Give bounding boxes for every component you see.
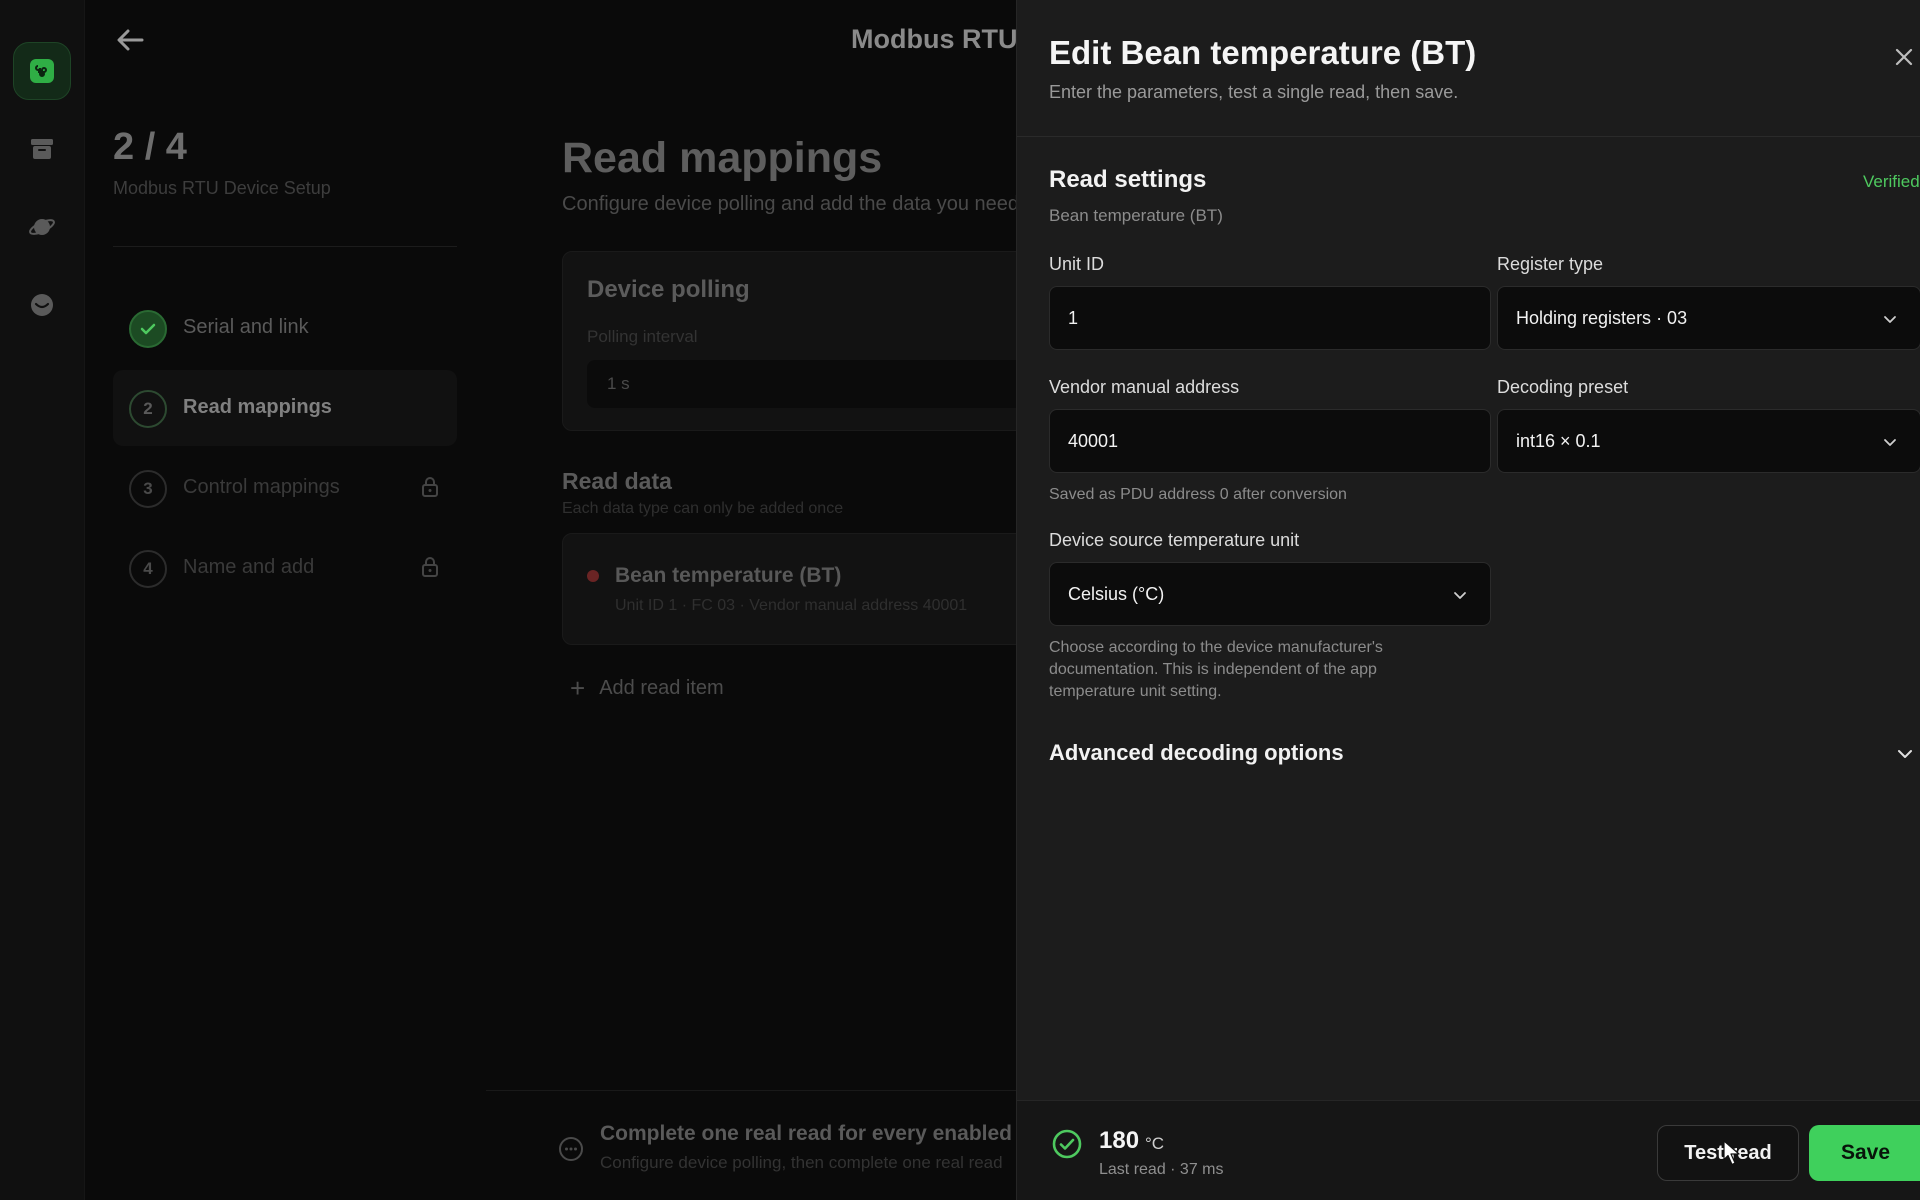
step-count: 2 / 4 [113,126,187,168]
footer-subtitle: Configure device polling, then complete … [600,1153,1003,1172]
drawer-footer: 180 °C Last read · 37 ms Test read Save [1017,1100,1920,1200]
unit-id-input[interactable]: 1 [1049,286,1491,350]
edit-drawer: Edit Bean temperature (BT) Enter the par… [1016,0,1920,1200]
unit-id-label: Unit ID [1049,254,1105,274]
step-subtitle: Modbus RTU Device Setup [113,178,331,198]
lock-icon [422,477,438,497]
step-label: Serial and link [183,316,309,338]
register-type-label: Register type [1497,254,1604,274]
step-control-mappings[interactable]: 3 Control mappings [113,450,457,526]
status-badge: Verified [1863,172,1920,191]
add-read-item-label: Add read item [599,676,724,699]
planet-icon[interactable] [13,198,71,256]
stepper: Serial and link 2 Read mappings 3 Contro… [113,290,457,610]
read-settings-title: Read settings [1049,166,1207,193]
smile-icon[interactable] [13,276,71,334]
chevron-down-icon [1884,316,1896,323]
step-number: 2 [129,390,167,428]
save-button[interactable]: Save [1809,1125,1920,1181]
drawer-title: Edit Bean temperature (BT) [1049,34,1477,71]
decoding-preset-value: int16 × 0.1 [1516,430,1601,451]
divider [486,1090,1102,1091]
back-arrow-icon[interactable] [112,24,148,56]
divider [113,246,457,247]
register-type-select[interactable]: Holding registers · 03 [1497,286,1920,350]
device-polling-card: Device polling Polling interval 1 s [562,251,1032,431]
chevron-down-icon[interactable] [1895,744,1915,764]
step-label: Name and add [183,556,315,578]
read-item-name: Bean temperature (BT) [615,564,842,587]
temp-unit-value: Celsius (°C) [1068,583,1165,604]
advanced-options-toggle[interactable]: Advanced decoding options [1049,740,1344,766]
close-icon[interactable] [1893,46,1915,68]
read-item-meta: Unit ID 1 · FC 03 · Vendor manual addres… [615,597,968,614]
step-name-and-add[interactable]: 4 Name and add [113,530,457,606]
step-number: 3 [129,470,167,508]
read-data-subtitle: Each data type can only be added once [562,500,844,517]
step-read-mappings[interactable]: 2 Read mappings [113,370,457,446]
app-root: Modbus RTU 2 / 4 Modbus RTU Device Setup… [0,0,1920,1200]
pending-icon [559,1137,583,1161]
decoding-preset-label: Decoding preset [1497,377,1629,397]
lock-icon [422,557,438,577]
cursor-icon [1723,1140,1740,1166]
step-serial-and-link[interactable]: Serial and link [113,290,457,366]
chevron-down-icon [1454,592,1466,599]
step-number: 4 [129,550,167,588]
temp-unit-select[interactable]: Celsius (°C) [1049,562,1491,626]
read-item-card[interactable]: Bean temperature (BT) Unit ID 1 · FC 03 … [562,533,1032,645]
read-data-title: Read data [562,468,672,494]
step-label: Control mappings [183,476,340,498]
field-label: Polling interval [587,327,698,346]
chevron-down-icon [1884,439,1896,446]
vendor-address-help: Saved as PDU address 0 after conversion [1049,486,1347,503]
divider [1017,136,1920,137]
vendor-address-label: Vendor manual address [1049,377,1240,397]
check-icon [129,310,167,348]
section-title: Read mappings [562,134,883,182]
vendor-address-input[interactable]: 40001 [1049,409,1491,473]
read-settings-subtitle: Bean temperature (BT) [1049,206,1223,225]
left-rail [0,0,85,1200]
check-circle-icon [1052,1129,1082,1159]
temp-unit-help: Choose according to the device manufactu… [1049,639,1383,700]
section-subtitle: Configure device polling and add the dat… [562,193,1016,215]
archive-icon[interactable] [13,120,71,178]
page-title: Modbus RTU [851,24,1018,54]
card-title: Device polling [587,276,750,303]
command-icon[interactable] [13,42,71,100]
last-read: Last read · 37 ms [1099,1161,1224,1178]
background-page: Modbus RTU 2 / 4 Modbus RTU Device Setup… [86,0,1105,1200]
status-dot [587,570,599,582]
drawer-subtitle: Enter the parameters, test a single read… [1049,82,1459,102]
temp-unit-label: Device source temperature unit [1049,530,1300,550]
decoding-preset-select[interactable]: int16 × 0.1 [1497,409,1920,473]
read-unit: °C [1145,1134,1165,1153]
polling-interval-input[interactable]: 1 s [587,360,1027,408]
step-label: Read mappings [183,396,332,418]
read-value: 180 [1099,1127,1140,1154]
add-read-item-button[interactable]: + Add read item [570,675,724,701]
register-type-value: Holding registers · 03 [1516,307,1688,328]
plus-icon: + [570,673,586,703]
